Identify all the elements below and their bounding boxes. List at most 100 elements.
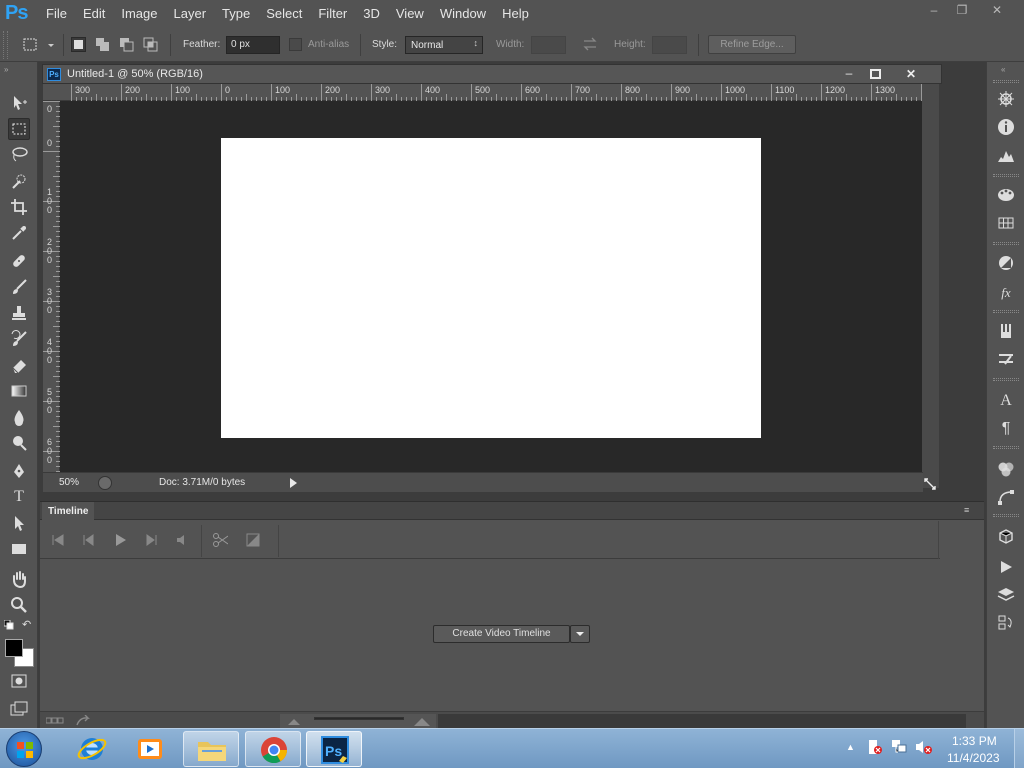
- first-frame-icon[interactable]: [50, 532, 66, 548]
- clock-time[interactable]: 1:33 PM: [952, 734, 997, 748]
- panel-group-grip[interactable]: [993, 514, 1019, 517]
- menu-layer[interactable]: Layer: [166, 0, 215, 28]
- screen-mode-button[interactable]: [8, 698, 30, 720]
- move-tool[interactable]: [8, 92, 30, 114]
- actions-panel-button[interactable]: [995, 556, 1017, 578]
- brush-presets-panel-button[interactable]: [995, 320, 1017, 342]
- menu-filter[interactable]: Filter: [310, 0, 355, 28]
- menu-image[interactable]: Image: [113, 0, 165, 28]
- panel-group-grip[interactable]: [993, 242, 1019, 245]
- timeline-zoom-slider[interactable]: [314, 717, 404, 720]
- dodge-tool[interactable]: [8, 432, 30, 454]
- paragraph-panel-button[interactable]: ¶: [995, 418, 1017, 440]
- styles-panel-button[interactable]: fx: [995, 282, 1017, 304]
- zoom-level[interactable]: 50%: [59, 477, 79, 488]
- history-states-panel-button[interactable]: [995, 612, 1017, 634]
- panel-group-grip[interactable]: [993, 80, 1019, 83]
- default-colors-button[interactable]: [4, 620, 14, 630]
- taskbar-file-explorer[interactable]: [183, 731, 239, 767]
- pen-tool[interactable]: [8, 460, 30, 482]
- doc-minimize-button[interactable]: –: [837, 67, 861, 82]
- 3d-panel-button[interactable]: [995, 526, 1017, 548]
- taskbar-internet-explorer[interactable]: [64, 731, 120, 767]
- color-panel-button[interactable]: [995, 184, 1017, 206]
- crop-tool[interactable]: [8, 196, 30, 218]
- menu-3d[interactable]: 3D: [355, 0, 388, 28]
- foreground-color-swatch[interactable]: [5, 639, 23, 657]
- menu-file[interactable]: File: [38, 0, 75, 28]
- zoom-tool[interactable]: [8, 594, 30, 616]
- eraser-tool[interactable]: [8, 354, 30, 376]
- tool-preset-picker[interactable]: [22, 37, 56, 53]
- healing-brush-tool[interactable]: [8, 250, 30, 272]
- adjustments-panel-button[interactable]: [995, 252, 1017, 274]
- menu-select[interactable]: Select: [258, 0, 310, 28]
- doc-close-button[interactable]: ✕: [899, 67, 923, 82]
- clone-stamp-tool[interactable]: [8, 302, 30, 324]
- app-restore-button[interactable]: ❐: [948, 2, 976, 18]
- lasso-tool[interactable]: [8, 143, 30, 165]
- previous-frame-icon[interactable]: [80, 532, 96, 548]
- panel-menu-icon[interactable]: ≡: [964, 505, 969, 515]
- timeline-tab[interactable]: Timeline: [42, 502, 94, 521]
- brush-panel-button[interactable]: [995, 348, 1017, 370]
- resize-grip[interactable]: [922, 476, 938, 492]
- app-minimize-button[interactable]: –: [920, 2, 948, 18]
- gradient-tool[interactable]: [8, 380, 30, 402]
- rectangle-tool[interactable]: [8, 538, 30, 560]
- layers-panel-button[interactable]: [995, 584, 1017, 606]
- channels-panel-button[interactable]: [995, 458, 1017, 480]
- doc-maximize-button[interactable]: [863, 67, 887, 82]
- panel-group-grip[interactable]: [993, 378, 1019, 381]
- audio-icon[interactable]: [174, 532, 190, 548]
- scissors-icon[interactable]: [212, 532, 228, 548]
- antialias-checkbox[interactable]: [289, 38, 302, 51]
- play-arrow-icon[interactable]: [290, 478, 297, 488]
- add-to-selection-button[interactable]: [95, 37, 110, 52]
- intersect-selection-button[interactable]: [143, 37, 158, 52]
- vertical-scrollbar[interactable]: [922, 84, 939, 488]
- histogram-panel-button[interactable]: [995, 144, 1017, 166]
- panel-group-grip[interactable]: [993, 310, 1019, 313]
- show-desktop-button[interactable]: [1014, 729, 1024, 768]
- transition-icon[interactable]: [245, 532, 261, 548]
- eyedropper-tool[interactable]: [8, 222, 30, 244]
- frame-animation-icon[interactable]: [46, 716, 64, 726]
- taskbar-photoshop[interactable]: Ps: [306, 731, 362, 767]
- zoom-in-mountain-icon[interactable]: [414, 714, 430, 727]
- taskbar-media-player[interactable]: [122, 731, 178, 767]
- paths-panel-button[interactable]: [995, 486, 1017, 508]
- subtract-from-selection-button[interactable]: [119, 37, 134, 52]
- play-icon[interactable]: [112, 532, 128, 548]
- quick-selection-tool[interactable]: [8, 170, 30, 192]
- app-close-button[interactable]: ✕: [983, 2, 1011, 18]
- volume-muted-icon[interactable]: [914, 738, 934, 756]
- path-selection-tool[interactable]: [8, 512, 30, 534]
- start-button[interactable]: [6, 731, 42, 767]
- network-icon[interactable]: [890, 738, 910, 756]
- render-video-icon[interactable]: [76, 715, 90, 727]
- new-selection-button[interactable]: [71, 37, 86, 52]
- document-canvas[interactable]: [221, 138, 761, 438]
- menu-help[interactable]: Help: [494, 0, 537, 28]
- zoom-out-mountain-icon[interactable]: [288, 716, 300, 726]
- history-brush-tool[interactable]: [8, 328, 30, 350]
- clock-date[interactable]: 11/4/2023: [947, 751, 1000, 765]
- rectangular-marquee-tool[interactable]: [8, 118, 30, 140]
- action-center-icon[interactable]: [866, 738, 884, 756]
- type-tool[interactable]: T: [8, 486, 30, 508]
- menu-view[interactable]: View: [388, 0, 432, 28]
- timeline-type-dropdown[interactable]: [570, 625, 590, 643]
- taskbar-chrome[interactable]: [245, 731, 301, 767]
- brush-tool[interactable]: [8, 276, 30, 298]
- swap-colors-button[interactable]: ↶: [22, 618, 31, 631]
- swatches-panel-button[interactable]: [995, 212, 1017, 234]
- show-hidden-icons-button[interactable]: ▲: [846, 742, 855, 752]
- next-frame-icon[interactable]: [144, 532, 160, 548]
- character-panel-button[interactable]: A: [995, 390, 1017, 412]
- menu-edit[interactable]: Edit: [75, 0, 113, 28]
- feather-input[interactable]: 0 px: [226, 36, 280, 54]
- history-panel-button[interactable]: [995, 88, 1017, 110]
- document-tab[interactable]: Ps Untitled-1 @ 50% (RGB/16) – ✕: [42, 64, 942, 84]
- menu-type[interactable]: Type: [214, 0, 258, 28]
